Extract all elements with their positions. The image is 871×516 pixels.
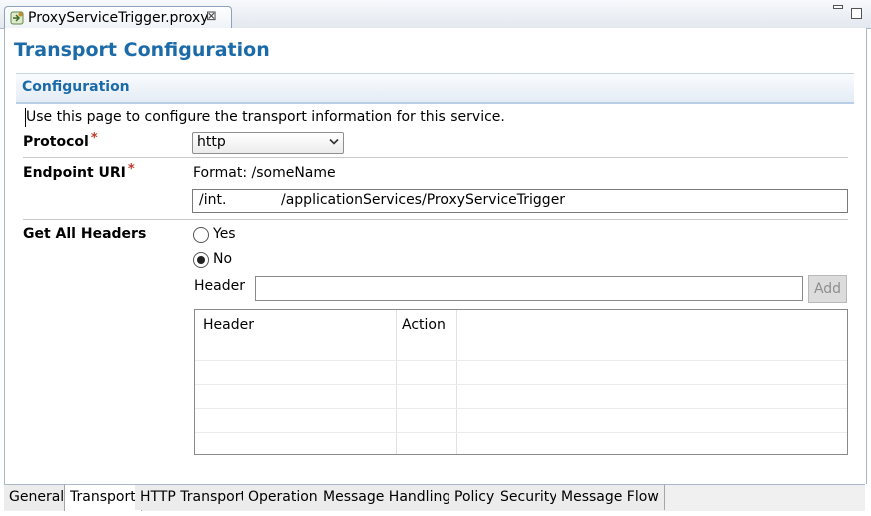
- tab-message-handling[interactable]: Message Handling: [318, 485, 458, 510]
- table-row-line: [195, 408, 847, 409]
- endpoint-uri-label-text: Endpoint URI: [23, 165, 126, 181]
- tab-policy[interactable]: Policy: [449, 485, 501, 510]
- editor-tab-bar: ProxyServiceTrigger.proxy ⊠: [0, 0, 871, 29]
- radio-no-label[interactable]: No: [213, 251, 232, 267]
- header-input[interactable]: [255, 276, 803, 301]
- divider: [23, 219, 848, 220]
- add-header-button[interactable]: Add: [808, 275, 847, 303]
- tab-message-flow[interactable]: Message Flow: [556, 485, 665, 510]
- column-header-action[interactable]: Action: [402, 317, 446, 333]
- get-all-headers-label: Get All Headers: [23, 226, 147, 242]
- divider: [23, 157, 848, 158]
- endpoint-uri-value-part1: /int.: [199, 192, 227, 208]
- section-title: Configuration: [22, 79, 130, 95]
- required-marker: *: [127, 162, 135, 177]
- chevron-down-icon: [329, 138, 339, 145]
- endpoint-format-hint: Format: /someName: [193, 165, 336, 181]
- radio-yes-label[interactable]: Yes: [213, 226, 236, 242]
- endpoint-uri-value-part2: /applicationServices/ProxyServiceTrigger: [281, 192, 566, 208]
- table-row-line: [195, 360, 847, 361]
- page-tab-bar: General Transport HTTP Transport Operati…: [4, 484, 865, 511]
- minimize-icon[interactable]: [833, 5, 843, 15]
- header-field-label: Header: [194, 278, 245, 294]
- endpoint-uri-input[interactable]: /int. /applicationServices/ProxyServiceT…: [192, 189, 848, 213]
- radio-no[interactable]: [193, 252, 209, 268]
- protocol-value: http: [197, 134, 226, 150]
- section-description: Use this page to configure the transport…: [26, 109, 505, 125]
- tab-security[interactable]: Security: [495, 485, 564, 510]
- table-row-line: [195, 384, 847, 385]
- tab-transport[interactable]: Transport: [64, 485, 142, 511]
- tab-http-transport[interactable]: HTTP Transport: [135, 485, 252, 510]
- proxy-service-icon: [10, 11, 24, 25]
- close-icon[interactable]: ⊠: [206, 9, 217, 24]
- section-header[interactable]: Configuration: [16, 73, 854, 104]
- tab-operation[interactable]: Operation: [243, 485, 324, 510]
- maximize-icon[interactable]: [851, 8, 862, 19]
- headers-table[interactable]: Header Action: [194, 309, 848, 455]
- column-header-header[interactable]: Header: [203, 317, 254, 333]
- protocol-label: Protocol *: [23, 131, 98, 150]
- page-title: Transport Configuration: [14, 39, 270, 61]
- radio-selected-dot: [197, 256, 205, 264]
- endpoint-uri-label: Endpoint URI *: [23, 162, 135, 181]
- table-row-line: [195, 432, 847, 433]
- tab-general[interactable]: General: [4, 485, 71, 510]
- editor-tab-proxy[interactable]: ProxyServiceTrigger.proxy ⊠: [4, 6, 232, 29]
- editor-tab-title: ProxyServiceTrigger.proxy: [28, 10, 209, 26]
- protocol-select[interactable]: http: [192, 132, 344, 154]
- required-marker: *: [90, 131, 98, 146]
- radio-yes[interactable]: [193, 227, 209, 243]
- protocol-label-text: Protocol: [23, 134, 89, 150]
